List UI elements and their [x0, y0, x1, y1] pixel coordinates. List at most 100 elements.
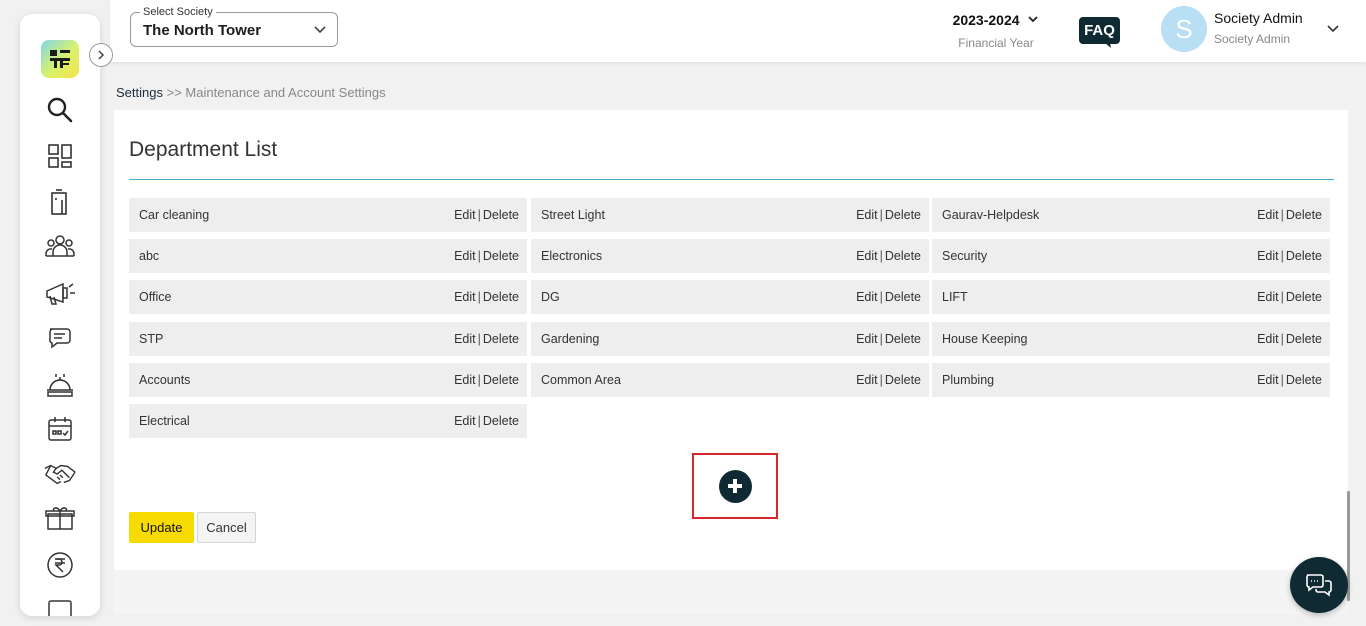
delete-link[interactable]: Delete	[885, 332, 921, 346]
more-icon[interactable]	[44, 594, 76, 616]
department-item: Car cleaning Edit | Delete	[129, 198, 527, 232]
edit-link[interactable]: Edit	[454, 414, 476, 428]
update-button[interactable]: Update	[129, 512, 194, 543]
edit-link[interactable]: Edit	[1257, 373, 1279, 387]
avatar[interactable]: S	[1161, 6, 1207, 52]
department-actions: Edit | Delete	[454, 208, 519, 222]
sidebar-expand-button[interactable]	[89, 43, 113, 67]
delete-link[interactable]: Delete	[885, 373, 921, 387]
department-name: Street Light	[541, 208, 605, 222]
department-item: LIFT Edit | Delete	[932, 280, 1330, 314]
rupee-icon[interactable]	[44, 549, 76, 581]
department-item: Gaurav-Helpdesk Edit | Delete	[932, 198, 1330, 232]
action-separator: |	[879, 290, 883, 304]
edit-link[interactable]: Edit	[454, 208, 476, 222]
delete-link[interactable]: Delete	[1286, 290, 1322, 304]
delete-link[interactable]: Delete	[1286, 373, 1322, 387]
edit-link[interactable]: Edit	[454, 249, 476, 263]
department-actions: Edit | Delete	[454, 414, 519, 428]
calendar-icon[interactable]	[44, 413, 76, 445]
edit-link[interactable]: Edit	[856, 208, 878, 222]
delete-link[interactable]: Delete	[1286, 208, 1322, 222]
department-name: STP	[139, 332, 164, 346]
department-actions: Edit | Delete	[1257, 290, 1322, 304]
edit-link[interactable]: Edit	[856, 290, 878, 304]
handshake-icon[interactable]	[44, 458, 76, 490]
department-actions: Edit | Delete	[856, 332, 921, 346]
delete-link[interactable]: Delete	[885, 208, 921, 222]
delete-link[interactable]: Delete	[885, 249, 921, 263]
edit-link[interactable]: Edit	[1257, 290, 1279, 304]
edit-link[interactable]: Edit	[856, 249, 878, 263]
announcement-icon[interactable]	[44, 277, 76, 309]
delete-link[interactable]: Delete	[483, 208, 519, 222]
action-separator: |	[1280, 290, 1284, 304]
add-department-button[interactable]	[718, 469, 752, 503]
society-select-value: The North Tower	[143, 22, 262, 39]
building-icon[interactable]	[44, 186, 76, 218]
delete-link[interactable]: Delete	[483, 332, 519, 346]
society-select[interactable]: Select Society The North Tower	[130, 6, 338, 47]
search-icon[interactable]	[44, 94, 76, 126]
delete-link[interactable]: Delete	[483, 290, 519, 304]
department-name: abc	[139, 249, 160, 263]
page-title: Department List	[129, 138, 278, 161]
edit-link[interactable]: Edit	[454, 373, 476, 387]
department-name: Gardening	[541, 332, 600, 346]
action-separator: |	[477, 208, 481, 222]
financial-year-label: Financial Year	[958, 36, 1034, 50]
edit-link[interactable]: Edit	[454, 290, 476, 304]
dashboard-icon[interactable]	[44, 140, 76, 172]
edit-link[interactable]: Edit	[1257, 332, 1279, 346]
delete-link[interactable]: Delete	[1286, 332, 1322, 346]
chat-support-button[interactable]	[1290, 557, 1348, 613]
add-department-highlight	[692, 453, 778, 519]
department-panel: Department List Car cleaning Edit | Delete S…	[114, 110, 1348, 570]
department-name: DG	[541, 290, 560, 304]
department-item: Security Edit | Delete	[932, 239, 1330, 273]
package-icon[interactable]	[44, 503, 76, 535]
department-item: House Keeping Edit | Delete	[932, 322, 1330, 356]
department-actions: Edit | Delete	[856, 208, 921, 222]
department-item: Electronics Edit | Delete	[531, 239, 929, 273]
breadcrumb-settings-link[interactable]: Settings	[116, 85, 163, 100]
delete-link[interactable]: Delete	[885, 290, 921, 304]
financial-year-value: 2023-2024	[952, 12, 1020, 28]
department-item: Gardening Edit | Delete	[531, 322, 929, 356]
department-actions: Edit | Delete	[454, 332, 519, 346]
delete-link[interactable]: Delete	[1286, 249, 1322, 263]
user-name: Society Admin	[1214, 10, 1303, 26]
department-actions: Edit | Delete	[856, 249, 921, 263]
department-actions: Edit | Delete	[856, 373, 921, 387]
action-separator: |	[1280, 208, 1284, 222]
delete-link[interactable]: Delete	[483, 414, 519, 428]
department-item: STP Edit | Delete	[129, 322, 527, 356]
chat-icon[interactable]	[44, 322, 76, 354]
edit-link[interactable]: Edit	[454, 332, 476, 346]
app-logo[interactable]	[41, 40, 79, 78]
department-actions: Edit | Delete	[454, 373, 519, 387]
faq-label: FAQ	[1084, 22, 1115, 39]
department-name: House Keeping	[942, 332, 1028, 346]
department-actions: Edit | Delete	[1257, 249, 1322, 263]
action-separator: |	[477, 290, 481, 304]
delete-link[interactable]: Delete	[483, 373, 519, 387]
user-menu-chevron-icon[interactable]	[1326, 22, 1340, 36]
edit-link[interactable]: Edit	[1257, 208, 1279, 222]
financial-year-selector[interactable]: 2023-2024 Financial Year	[946, 12, 1046, 50]
delete-link[interactable]: Delete	[483, 249, 519, 263]
members-icon[interactable]	[44, 231, 76, 263]
faq-button[interactable]: FAQ	[1079, 17, 1120, 48]
action-separator: |	[1280, 373, 1284, 387]
department-item: Street Light Edit | Delete	[531, 198, 929, 232]
edit-link[interactable]: Edit	[856, 373, 878, 387]
amenities-icon[interactable]	[44, 368, 76, 400]
sidebar	[20, 14, 100, 616]
breadcrumb-current: Maintenance and Account Settings	[185, 85, 386, 100]
action-separator: |	[879, 249, 883, 263]
action-separator: |	[879, 208, 883, 222]
edit-link[interactable]: Edit	[856, 332, 878, 346]
cancel-button[interactable]: Cancel	[197, 512, 256, 543]
edit-link[interactable]: Edit	[1257, 249, 1279, 263]
breadcrumb: Settings >> Maintenance and Account Sett…	[116, 85, 386, 100]
